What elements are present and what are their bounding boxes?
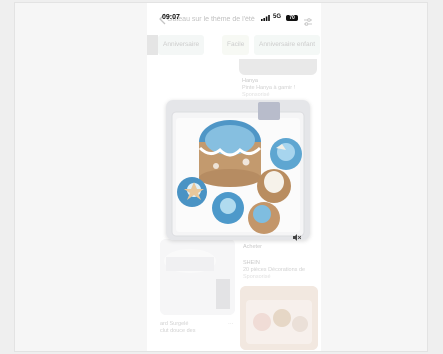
- status-bar: 09:07 5G 70: [147, 13, 321, 27]
- phone-screen: 09:07 5G 70 Gâteau sur le thème de l'été…: [147, 3, 321, 351]
- battery-icon: 70: [286, 15, 298, 21]
- speaker-muted-icon: [293, 234, 302, 241]
- network-type: 5G: [273, 14, 282, 20]
- main-photo[interactable]: [166, 100, 310, 240]
- screen-frame: 09:07 5G 70 Gâteau sur le thème de l'été…: [14, 2, 428, 352]
- mute-button[interactable]: [293, 228, 302, 246]
- status-time: 09:07: [162, 14, 180, 21]
- cupcake-box-image: [166, 100, 310, 240]
- signal-icon: [261, 15, 270, 21]
